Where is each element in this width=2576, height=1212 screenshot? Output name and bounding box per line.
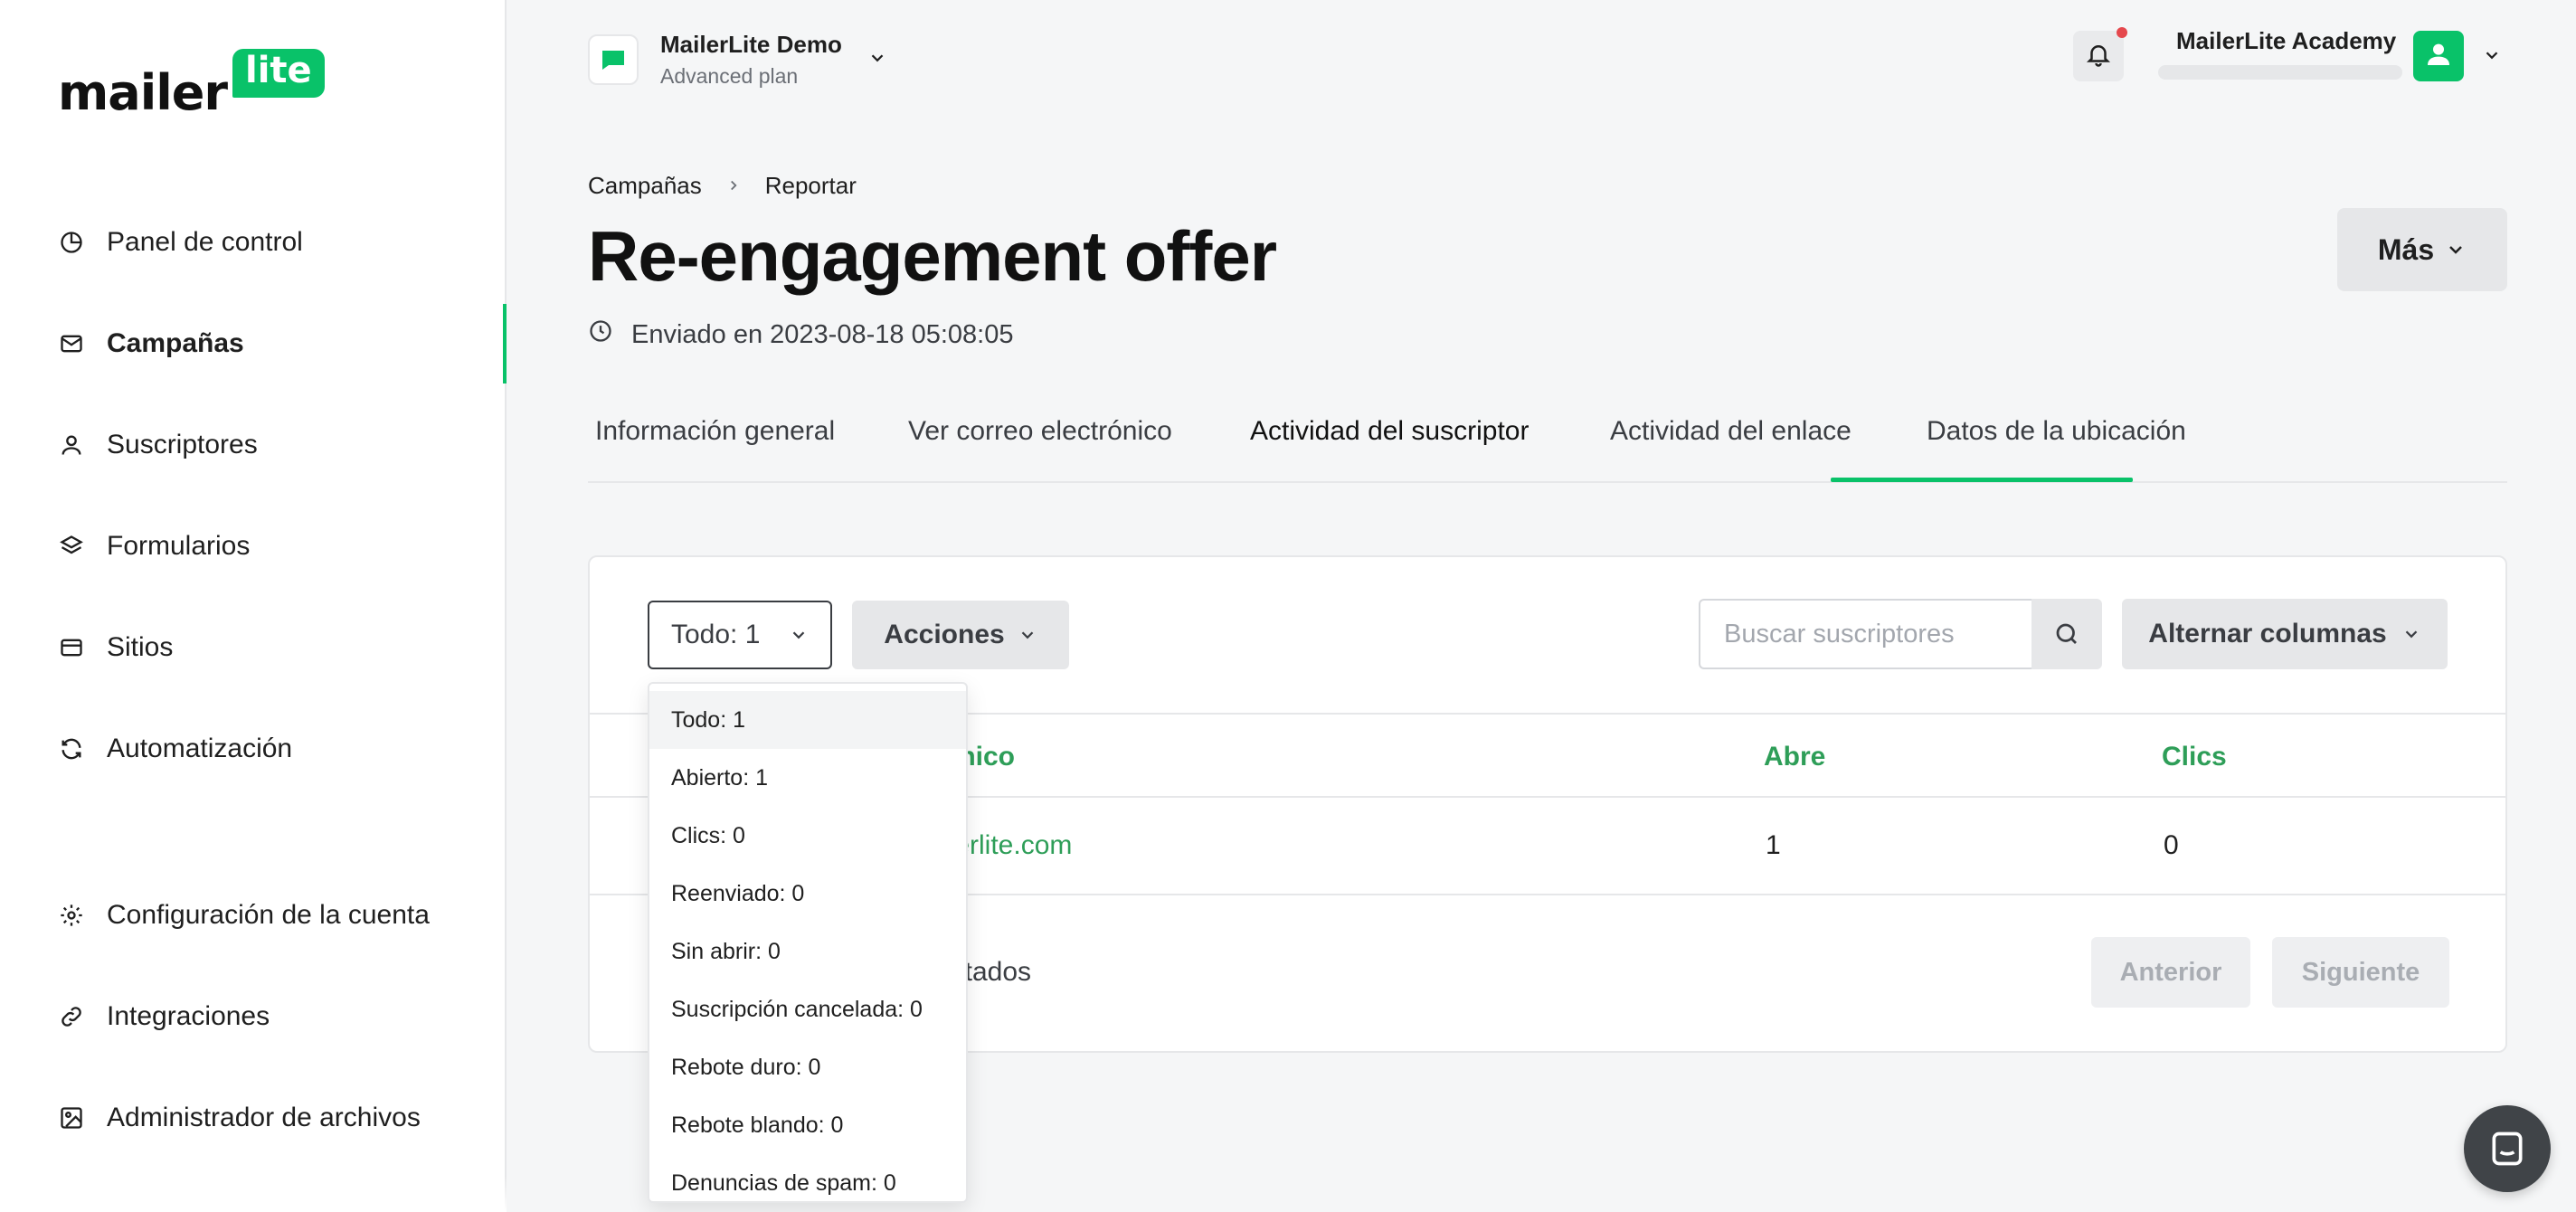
toggle-columns-button[interactable]: Alternar columnas bbox=[2122, 599, 2448, 669]
chevron-down-icon bbox=[2449, 246, 2463, 254]
sidebar-item-label: Formularios bbox=[107, 531, 251, 561]
filter-option[interactable]: Denuncias de spam: 0 bbox=[649, 1154, 966, 1201]
sidebar-item-label: Automatización bbox=[107, 734, 293, 763]
chevron-down-icon[interactable] bbox=[2482, 45, 2502, 70]
previous-page-button[interactable]: Anterior bbox=[2091, 937, 2250, 1008]
column-header-clicks[interactable]: Clics bbox=[2162, 742, 2227, 772]
logo-word: mailer bbox=[58, 64, 228, 121]
next-page-button[interactable]: Siguiente bbox=[2272, 937, 2449, 1008]
breadcrumb-current: Reportar bbox=[764, 172, 857, 199]
sidebar-item-integraciones[interactable]: Integraciones bbox=[58, 991, 270, 1042]
breadcrumb-parent[interactable]: Campañas bbox=[588, 172, 702, 200]
clicks-count: 0 bbox=[2164, 830, 2179, 860]
link-icon bbox=[58, 1003, 85, 1030]
pie-chart-icon bbox=[58, 229, 85, 256]
sidebar: mailer lite Panel de control Campañas Su… bbox=[0, 0, 507, 1212]
more-button[interactable]: Más bbox=[2337, 208, 2507, 291]
sidebar-item-label: Panel de control bbox=[107, 227, 303, 257]
more-label: Más bbox=[2377, 232, 2435, 266]
search-button[interactable] bbox=[2031, 599, 2102, 669]
sidebar-item-label: Campañas bbox=[107, 328, 244, 358]
tab-datos-ubicacion[interactable]: Datos de la ubicación bbox=[1927, 416, 2186, 447]
tab-ver-correo[interactable]: Ver correo electrónico bbox=[908, 416, 1172, 447]
account-logo-icon bbox=[588, 34, 639, 85]
sidebar-item-panel[interactable]: Panel de control bbox=[58, 217, 303, 268]
sidebar-item-campanas[interactable]: Campañas bbox=[58, 318, 244, 369]
user-avatar-icon bbox=[2424, 40, 2453, 73]
filter-option[interactable]: Rebote blando: 0 bbox=[649, 1096, 966, 1154]
bell-icon bbox=[2085, 41, 2112, 72]
sidebar-item-suscriptores[interactable]: Suscriptores bbox=[58, 420, 258, 470]
gear-icon bbox=[58, 902, 85, 929]
search-input[interactable] bbox=[1699, 599, 2031, 669]
toggle-columns-label: Alternar columnas bbox=[2148, 619, 2387, 649]
actions-label: Acciones bbox=[884, 620, 1005, 649]
filter-option[interactable]: Suscripción cancelada: 0 bbox=[649, 980, 966, 1038]
sidebar-item-label: Configuración de la cuenta bbox=[107, 900, 430, 930]
logo-pill: lite bbox=[232, 49, 325, 98]
layers-icon bbox=[58, 533, 85, 560]
sidebar-item-sitios[interactable]: Sitios bbox=[58, 622, 173, 673]
tab-actividad-enlace[interactable]: Actividad del enlace bbox=[1610, 416, 1852, 447]
report-tabs: Información general Ver correo electróni… bbox=[588, 398, 2507, 483]
notification-dot bbox=[2117, 27, 2127, 38]
search-icon bbox=[2056, 623, 2077, 644]
activity-filter-select[interactable]: Todo: 1 bbox=[648, 601, 832, 669]
mailerlite-logo[interactable]: mailer lite bbox=[58, 49, 325, 121]
filter-value: Todo: 1 bbox=[671, 620, 761, 649]
sidebar-item-automatizacion[interactable]: Automatización bbox=[58, 724, 292, 774]
account-plan: Advanced plan bbox=[660, 64, 799, 88]
avatar[interactable] bbox=[2413, 31, 2464, 81]
chat-icon bbox=[2492, 1132, 2523, 1166]
user-icon bbox=[58, 431, 85, 459]
filter-dropdown-menu: Todo: 1 Abierto: 1 Clics: 0 Reenviado: 0… bbox=[648, 682, 968, 1203]
filter-option[interactable]: Rebote duro: 0 bbox=[649, 1038, 966, 1096]
sidebar-item-archivos[interactable]: Administrador de archivos bbox=[58, 1093, 421, 1143]
actions-button[interactable]: Acciones bbox=[852, 601, 1069, 669]
chevron-down-icon bbox=[1021, 631, 1033, 639]
active-tab-underline bbox=[1831, 478, 2133, 482]
filter-option[interactable]: Abierto: 1 bbox=[649, 749, 966, 807]
page-title: Re-engagement offer bbox=[588, 216, 1277, 296]
sidebar-item-formularios[interactable]: Formularios bbox=[58, 521, 250, 572]
sidebar-item-label: Sitios bbox=[107, 632, 174, 662]
results-text: ltados bbox=[959, 957, 1032, 987]
clock-icon bbox=[588, 318, 613, 351]
breadcrumb: Campañas Reportar bbox=[588, 172, 857, 200]
active-indicator bbox=[503, 304, 507, 383]
filter-option[interactable]: Todo: 1 bbox=[649, 691, 966, 749]
sidebar-item-label: Administrador de archivos bbox=[107, 1103, 421, 1132]
account-switcher[interactable]: MailerLite Demo Advanced plan bbox=[588, 31, 887, 89]
browser-icon bbox=[58, 634, 85, 661]
image-icon bbox=[58, 1104, 85, 1132]
filter-option[interactable]: Sin abrir: 0 bbox=[649, 923, 966, 980]
filter-option[interactable]: Clics: 0 bbox=[649, 807, 966, 865]
tab-informacion-general[interactable]: Información general bbox=[595, 416, 835, 447]
sent-text: Enviado en 2023-08-18 05:08:05 bbox=[631, 319, 1014, 349]
opens-count: 1 bbox=[1766, 830, 1781, 860]
user-name[interactable]: MailerLite Academy bbox=[2176, 27, 2396, 55]
chevron-right-icon bbox=[725, 172, 742, 200]
notifications-button[interactable] bbox=[2073, 31, 2124, 81]
user-email-redacted bbox=[2158, 65, 2402, 80]
account-name: MailerLite Demo bbox=[660, 31, 842, 58]
mail-icon bbox=[58, 330, 85, 357]
filter-option[interactable]: Reenviado: 0 bbox=[649, 865, 966, 923]
sent-timestamp: Enviado en 2023-08-18 05:08:05 bbox=[588, 318, 1013, 351]
column-header-opens[interactable]: Abre bbox=[1764, 742, 1825, 772]
sidebar-item-label: Integraciones bbox=[107, 1001, 270, 1031]
chevron-down-icon bbox=[792, 631, 805, 639]
sidebar-item-label: Suscriptores bbox=[107, 430, 258, 459]
tab-actividad-suscriptor[interactable]: Actividad del suscriptor bbox=[1250, 416, 1529, 447]
chat-launcher-button[interactable] bbox=[2464, 1105, 2551, 1192]
refresh-icon bbox=[58, 735, 85, 762]
sidebar-fade bbox=[0, 1176, 507, 1212]
chevron-down-icon bbox=[2405, 630, 2418, 639]
chevron-down-icon bbox=[867, 48, 887, 72]
sidebar-item-configuracion[interactable]: Configuración de la cuenta bbox=[58, 890, 430, 941]
